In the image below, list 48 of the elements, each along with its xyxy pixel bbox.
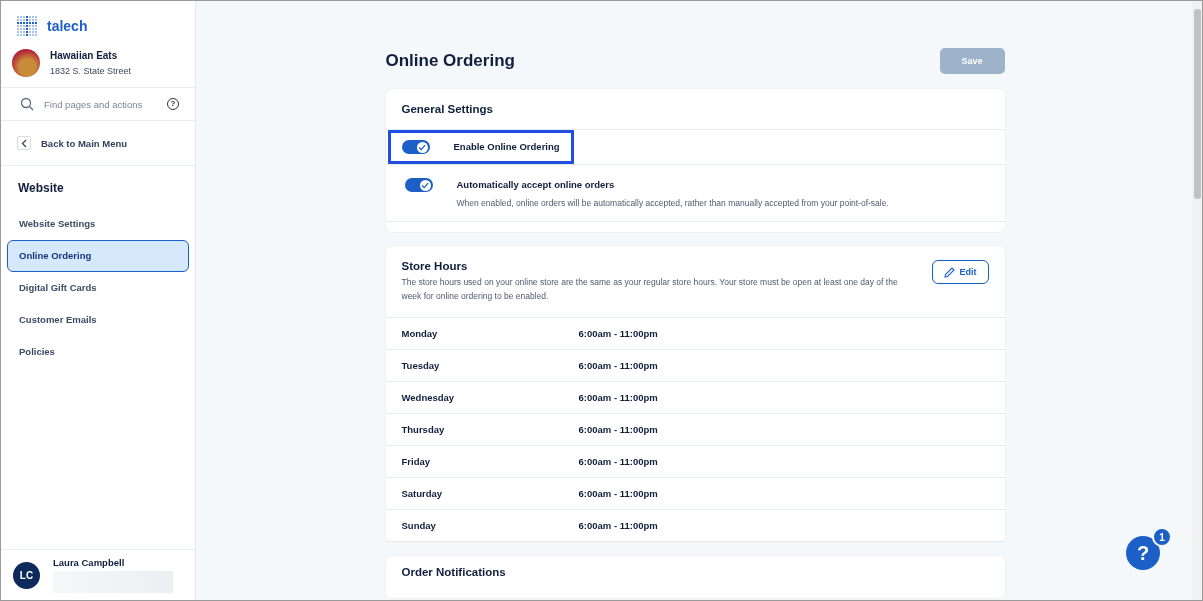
notification-badge: 1 bbox=[1152, 527, 1172, 547]
search-field[interactable]: Find pages and actions bbox=[44, 98, 157, 110]
day-label: Wednesday bbox=[401, 392, 456, 403]
hours-value: 6:00am - 11:00pm bbox=[578, 328, 658, 339]
hours-value: 6:00am - 11:00pm bbox=[578, 424, 658, 435]
card-title: Order Notifications bbox=[401, 566, 507, 578]
toggle-switch[interactable] bbox=[401, 140, 430, 154]
setting-label: Automatically accept online orders bbox=[456, 178, 616, 192]
check-icon bbox=[418, 143, 426, 151]
user-avatar: LC bbox=[13, 561, 40, 589]
day-label: Thursday bbox=[401, 424, 446, 435]
sidebar-item[interactable]: Policies bbox=[7, 336, 189, 368]
sidebar-item[interactable]: Customer Emails bbox=[7, 304, 189, 336]
logo-icon bbox=[17, 16, 37, 36]
sidebar-item[interactable]: Digital Gift Cards bbox=[7, 272, 189, 304]
page-title: Online Ordering bbox=[385, 51, 515, 71]
back-link[interactable]: Back to Main Menu bbox=[41, 137, 128, 149]
help-button[interactable]: ? bbox=[1126, 536, 1160, 570]
hours-value: 6:00am - 11:00pm bbox=[578, 392, 658, 403]
user-name: Laura Campbell bbox=[53, 557, 126, 568]
store-address: 1832 S. State Street bbox=[50, 66, 132, 76]
hours-value: 6:00am - 11:00pm bbox=[578, 520, 658, 531]
store-photo bbox=[12, 49, 40, 77]
section-title: Website bbox=[17, 180, 65, 197]
card-title: General Settings bbox=[385, 89, 1005, 130]
sidebar-item[interactable]: Online Ordering bbox=[7, 240, 189, 272]
card-description: The store hours used on your online store are the same as your regular store hours. Your store must be open at least one day of the week for online ordering to be enabled. bbox=[401, 276, 899, 303]
store-name: Hawaiian Eats bbox=[50, 50, 119, 61]
edit-button[interactable]: Edit bbox=[931, 260, 989, 284]
day-label: Saturday bbox=[401, 488, 444, 499]
day-label: Friday bbox=[401, 456, 431, 467]
check-icon bbox=[421, 181, 429, 189]
toggle-switch[interactable] bbox=[404, 178, 433, 192]
day-label: Monday bbox=[401, 328, 439, 339]
chevron-left-icon bbox=[21, 138, 27, 148]
hours-value: 6:00am - 11:00pm bbox=[578, 456, 658, 467]
hours-value: 6:00am - 11:00pm bbox=[578, 360, 658, 371]
setting-description: When enabled, online orders will be automatically accepted, rather than manually accepted from your point-of-sale. bbox=[456, 198, 889, 208]
hours-value: 6:00am - 11:00pm bbox=[578, 488, 658, 499]
setting-label: Enable Online Ordering bbox=[453, 140, 560, 154]
day-label: Tuesday bbox=[401, 360, 441, 371]
search-icon bbox=[20, 97, 34, 111]
brand-name: talech bbox=[47, 18, 88, 34]
day-label: Sunday bbox=[401, 520, 437, 531]
sidebar-item[interactable]: Website Settings bbox=[7, 208, 189, 240]
pencil-icon bbox=[943, 266, 955, 278]
scrollbar[interactable] bbox=[1192, 1, 1202, 600]
card-title: Store Hours bbox=[401, 260, 469, 272]
